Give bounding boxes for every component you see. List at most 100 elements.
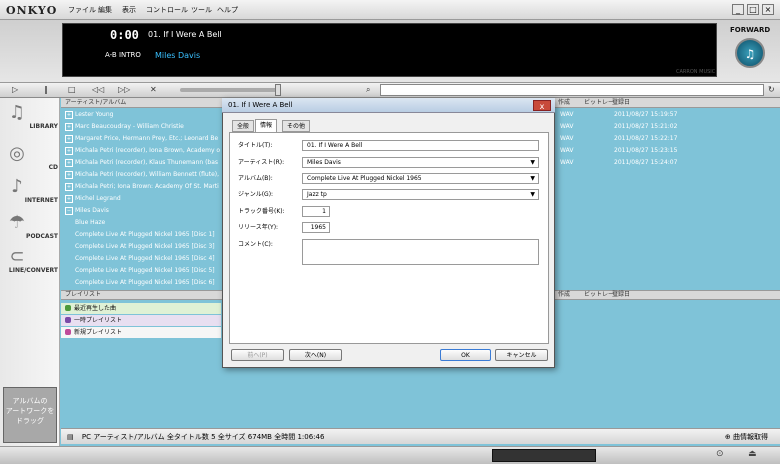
nav-line-convert[interactable]: ⊂ LINE/CONVERT bbox=[2, 246, 58, 282]
menu-edit[interactable]: 編集 bbox=[98, 5, 112, 15]
expand-icon[interactable]: + bbox=[65, 195, 73, 203]
row-date: 2011/08/27 15:24:07 bbox=[614, 159, 678, 166]
nav-internet[interactable]: ♪ INTERNET bbox=[2, 176, 58, 212]
genre-label: ジャンル(G): bbox=[238, 191, 274, 198]
library-row[interactable]: + Margaret Price, Hermann Prey, Etc.; Leo… bbox=[61, 133, 221, 145]
expand-icon[interactable]: + bbox=[65, 171, 73, 179]
artist-dropdown[interactable]: Miles Davis ▼ bbox=[302, 157, 539, 168]
forward-icon[interactable]: ♫ bbox=[735, 38, 765, 68]
ab-intro-label[interactable]: A-B INTRO bbox=[105, 51, 141, 59]
volume-slider[interactable] bbox=[180, 88, 280, 92]
ime-toolbar[interactable] bbox=[492, 449, 596, 462]
artwork-drop-zone[interactable]: アルバムの アートワークを ドラッグ bbox=[3, 387, 57, 443]
next-icon[interactable]: ▷▷ bbox=[118, 83, 130, 96]
library-row[interactable]: Complete Live At Plugged Nickel 1965 [Di… bbox=[61, 253, 221, 265]
status-text: PC アーティスト/アルバム 全タイトル数 5 全サイズ 674MB 全時間 1… bbox=[81, 433, 325, 441]
tab-info[interactable]: 情報 bbox=[255, 119, 278, 133]
row-format: WAV bbox=[560, 147, 574, 154]
library-row[interactable]: + Marc Beaucoudray - William Christie bbox=[61, 121, 221, 133]
volume-knob[interactable] bbox=[275, 84, 281, 96]
cancel-button[interactable]: キャンセル bbox=[495, 349, 548, 361]
playlist-item-recent[interactable]: 最近再生した曲 bbox=[61, 303, 221, 314]
close-window-icon[interactable]: × bbox=[762, 4, 774, 15]
playlist-column-creator[interactable]: 作成 bbox=[558, 290, 570, 300]
expand-icon[interactable]: + bbox=[65, 135, 73, 143]
refresh-icon[interactable]: ↻ bbox=[768, 83, 775, 96]
info-fetch-button[interactable]: ⊕ 曲情報取得 bbox=[725, 429, 768, 445]
menu-control[interactable]: コントロール bbox=[146, 5, 188, 15]
playlist-item-new[interactable]: 新規プレイリスト bbox=[61, 327, 221, 338]
menu-file[interactable]: ファイル bbox=[68, 5, 96, 15]
search-icon: ⌕ bbox=[366, 85, 371, 94]
play-icon[interactable]: ▷ bbox=[12, 83, 18, 96]
menu-view[interactable]: 表示 bbox=[122, 5, 136, 15]
library-row[interactable]: + Michala Petri (recorder), Klaus Thunema… bbox=[61, 157, 221, 169]
nav-cd[interactable]: ◎ CD bbox=[2, 143, 58, 179]
nav-library[interactable]: ♫ LIBRARY bbox=[2, 102, 58, 138]
tab-general[interactable]: 全般 bbox=[232, 120, 255, 132]
library-icon: ♫ bbox=[8, 102, 26, 123]
library-row[interactable]: Complete Live At Plugged Nickel 1965 [Di… bbox=[61, 265, 221, 277]
prev-button[interactable]: 前へ(P) bbox=[231, 349, 284, 361]
column-date[interactable]: 登録日 bbox=[612, 98, 630, 108]
menu-tools[interactable]: ツール bbox=[191, 5, 212, 15]
library-row[interactable]: Complete Live At Plugged Nickel 1965 [Di… bbox=[61, 229, 221, 241]
minimize-icon[interactable]: _ bbox=[732, 4, 744, 15]
expand-icon[interactable]: + bbox=[65, 159, 73, 167]
tray-icon[interactable]: ⊙ bbox=[716, 449, 724, 459]
library-row[interactable]: Blue Haze bbox=[61, 217, 221, 229]
track-number-label: トラック番号(K): bbox=[238, 208, 285, 215]
chevron-down-icon: ▼ bbox=[530, 191, 535, 198]
tab-other[interactable]: その他 bbox=[282, 120, 311, 132]
column-creator[interactable]: 作成 bbox=[558, 98, 570, 108]
library-row[interactable]: + Michala Petri (recorder), William Benne… bbox=[61, 169, 221, 181]
album-label: アルバム(B): bbox=[238, 175, 273, 182]
eject-icon[interactable]: ⏏ bbox=[748, 449, 757, 459]
genre-dropdown[interactable]: Jazz tp ▼ bbox=[302, 189, 539, 200]
list-view-icon[interactable]: ▤ bbox=[67, 433, 74, 441]
next-button[interactable]: 次へ(N) bbox=[289, 349, 342, 361]
nav-podcast[interactable]: ☂ PODCAST bbox=[2, 212, 58, 248]
expand-icon[interactable]: + bbox=[65, 147, 73, 155]
pause-icon[interactable]: ‖ bbox=[44, 83, 48, 96]
library-row[interactable]: + Michala Petri; Iona Brown: Academy Of S… bbox=[61, 181, 221, 193]
comment-textarea[interactable] bbox=[302, 239, 539, 265]
onkyo-logo: ONKYO bbox=[6, 4, 58, 17]
stop-icon[interactable]: □ bbox=[68, 83, 76, 96]
release-year-field[interactable]: 1965 bbox=[302, 222, 330, 233]
library-row[interactable]: Complete Live At Plugged Nickel 1965 [Di… bbox=[61, 277, 221, 289]
row-date: 2011/08/27 15:19:57 bbox=[614, 111, 678, 118]
release-year-label: リリース年(Y): bbox=[238, 224, 279, 231]
maximize-icon[interactable]: □ bbox=[747, 4, 759, 15]
album-dropdown[interactable]: Complete Live At Plugged Nickel 1965 ▼ bbox=[302, 173, 539, 184]
line-icon: ⊂ bbox=[9, 246, 25, 267]
library-row[interactable]: + Lester Young bbox=[61, 109, 221, 121]
library-row[interactable]: + Michala Petri (recorder), Iona Brown, A… bbox=[61, 145, 221, 157]
library-row[interactable]: + Michel Legrand bbox=[61, 193, 221, 205]
menu-help[interactable]: ヘルプ bbox=[217, 5, 238, 15]
temp-playlist-icon bbox=[65, 317, 71, 323]
expand-icon[interactable]: + bbox=[65, 123, 73, 131]
dialog-close-icon[interactable]: x bbox=[533, 100, 551, 111]
previous-icon[interactable]: ◁◁ bbox=[92, 83, 104, 96]
library-row[interactable]: Complete Live At Plugged Nickel 1965 [Di… bbox=[61, 241, 221, 253]
mute-icon[interactable]: ✕ bbox=[150, 83, 157, 96]
ok-button[interactable]: OK bbox=[440, 349, 491, 361]
title-label: タイトル(T): bbox=[238, 142, 273, 149]
podcast-icon: ☂ bbox=[8, 212, 26, 233]
library-row[interactable]: − Miles Davis bbox=[61, 205, 221, 217]
status-bar: ▤ PC アーティスト/アルバム 全タイトル数 5 全サイズ 674MB 全時間… bbox=[61, 428, 780, 444]
search-input[interactable] bbox=[380, 84, 764, 96]
dialog-title: 01. If I Were A Bell bbox=[222, 98, 555, 113]
title-field[interactable]: 01. If I Were A Bell bbox=[302, 140, 539, 151]
cd-icon: ◎ bbox=[9, 143, 25, 164]
collapse-icon[interactable]: − bbox=[65, 207, 73, 215]
expand-icon[interactable]: + bbox=[65, 183, 73, 191]
track-number-field[interactable]: 1 bbox=[302, 206, 330, 217]
expand-icon[interactable]: + bbox=[65, 111, 73, 119]
info-fetch-icon: ⊕ bbox=[724, 433, 733, 441]
column-artist-album[interactable]: アーティスト/アルバム bbox=[65, 98, 126, 108]
chevron-down-icon: ▼ bbox=[530, 159, 535, 166]
playlist-item-temp[interactable]: 一時プレイリスト bbox=[61, 315, 221, 326]
playlist-column-date[interactable]: 登録日 bbox=[612, 290, 630, 300]
